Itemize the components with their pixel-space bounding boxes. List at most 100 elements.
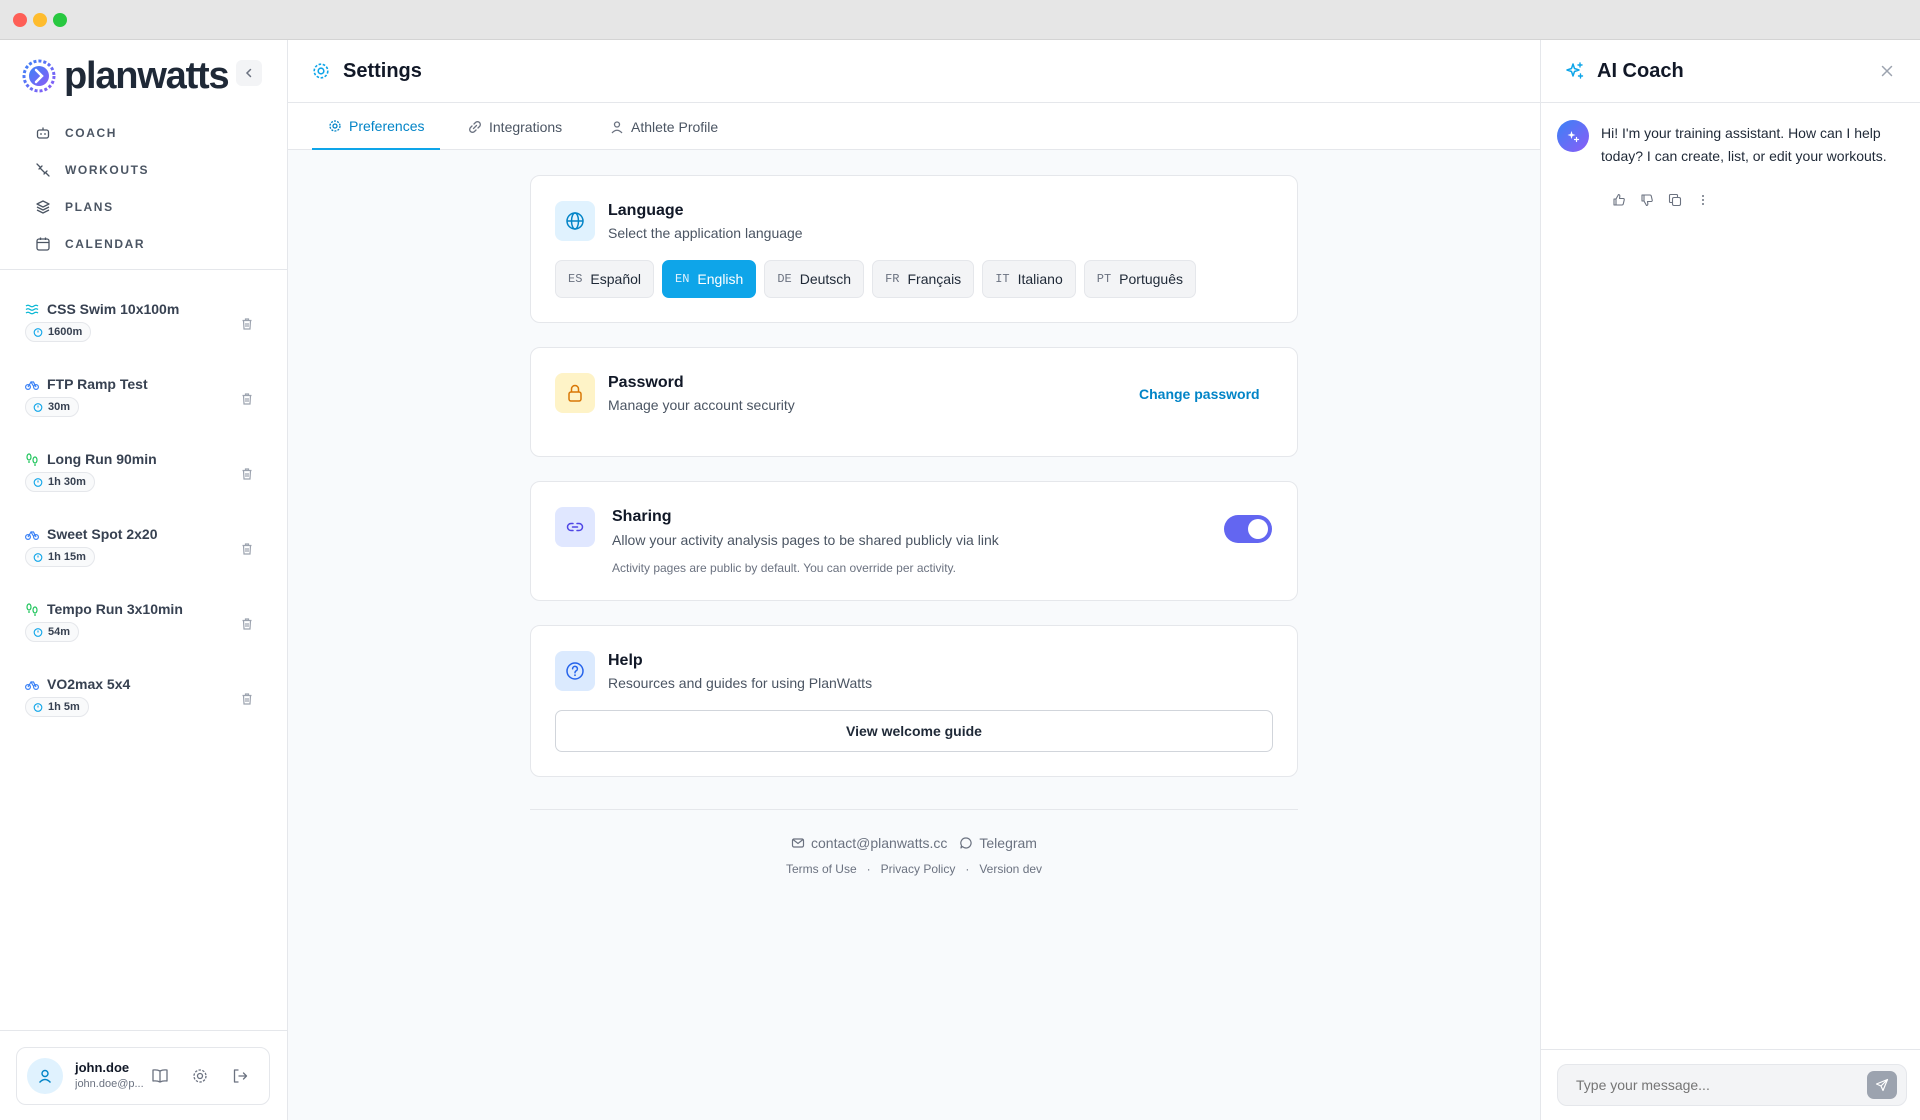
calendar-icon (36, 237, 50, 251)
sidebar: planwatts COACH WORKOUTS PLANS CALENDAR … (0, 40, 288, 1120)
language-label: Deutsch (799, 271, 852, 287)
help-card: Help Resources and guides for using Plan… (530, 625, 1298, 777)
logout-icon[interactable] (231, 1067, 249, 1085)
workout-name: Sweet Spot 2x20 (47, 526, 158, 542)
send-icon (1875, 1078, 1889, 1092)
close-icon[interactable] (1878, 62, 1896, 80)
mail-icon (791, 838, 805, 848)
window-close-button[interactable] (13, 13, 27, 27)
list-item[interactable]: Long Run 90min 1h 30m (0, 445, 288, 520)
telegram-link[interactable]: Telegram (959, 835, 1037, 851)
contact-email: contact@planwatts.cc (811, 835, 948, 851)
divider (0, 1030, 288, 1031)
sidebar-item-calendar[interactable]: CALENDAR (0, 225, 288, 262)
globe-icon-wrap (555, 201, 595, 241)
assistant-avatar (1557, 120, 1589, 152)
list-item[interactable]: CSS Swim 10x100m 1600m (0, 295, 288, 370)
timer-icon (33, 553, 43, 562)
gear-icon (313, 63, 329, 79)
tab-preferences[interactable]: Preferences (312, 103, 441, 150)
telegram-label: Telegram (979, 835, 1037, 851)
card-subtitle: Allow your activity analysis pages to be… (612, 532, 999, 548)
timer-icon (33, 403, 43, 412)
separator: · (965, 862, 970, 876)
password-card: Password Manage your account security Ch… (530, 347, 1298, 457)
sharing-toggle[interactable] (1224, 515, 1272, 543)
avatar[interactable] (27, 1058, 63, 1094)
language-option-pt[interactable]: PT Português (1083, 260, 1196, 298)
chat-message-input[interactable] (1557, 1064, 1907, 1106)
collapse-sidebar-button[interactable] (236, 60, 262, 86)
thumbs-down-button[interactable] (1633, 190, 1661, 210)
copy-icon (1668, 193, 1682, 207)
thumbs-up-button[interactable] (1605, 190, 1633, 210)
trash-icon[interactable] (240, 617, 254, 631)
workout-duration: 1h 5m (48, 701, 80, 713)
swim-icon (25, 304, 39, 315)
settings-tabs: Preferences Integrations Athlete Profile (288, 103, 1540, 150)
sidebar-item-workouts[interactable]: WORKOUTS (0, 151, 288, 188)
list-item[interactable]: Tempo Run 3x10min 54m (0, 595, 288, 670)
workout-name: Tempo Run 3x10min (47, 601, 183, 617)
gear-icon[interactable] (191, 1067, 209, 1085)
sharing-note: Activity pages are public by default. Yo… (612, 561, 956, 575)
book-icon[interactable] (151, 1067, 169, 1085)
window-minimize-button[interactable] (33, 13, 47, 27)
language-option-fr[interactable]: FR Français (872, 260, 975, 298)
card-subtitle: Resources and guides for using PlanWatts (608, 675, 873, 691)
main-content: Settings Preferences Integrations Athlet… (288, 40, 1540, 1120)
lock-icon (568, 384, 582, 402)
link-icon (566, 522, 584, 532)
trash-icon[interactable] (240, 317, 254, 331)
language-option-es[interactable]: ES Español (555, 260, 654, 298)
ai-header: AI Coach (1541, 40, 1920, 103)
contact-email-link[interactable]: contact@planwatts.cc (791, 835, 947, 851)
language-option-it[interactable]: IT Italiano (982, 260, 1076, 298)
card-title: Sharing (612, 508, 672, 525)
change-password-button[interactable]: Change password (1139, 386, 1260, 402)
trash-icon[interactable] (240, 542, 254, 556)
window-zoom-button[interactable] (53, 13, 67, 27)
link-icon-wrap (555, 507, 595, 547)
language-options: ES Español EN English DE Deutsch FR Français… (555, 260, 1204, 298)
workout-duration: 54m (48, 626, 71, 638)
timer-icon (33, 703, 43, 712)
card-title: Language (608, 202, 684, 219)
trash-icon[interactable] (240, 692, 254, 706)
list-item[interactable]: Sweet Spot 2x20 1h 15m (0, 520, 288, 595)
brand[interactable]: planwatts (22, 52, 230, 100)
duration-badge: 1h 5m (25, 697, 89, 717)
footprints-icon (26, 453, 38, 466)
language-option-en[interactable]: EN English (662, 260, 757, 298)
tab-athlete-profile[interactable]: Athlete Profile (610, 103, 718, 150)
page-header: Settings (288, 40, 1540, 103)
language-label: Português (1119, 271, 1183, 287)
terms-link[interactable]: Terms of Use (786, 862, 857, 876)
workout-duration: 1600m (48, 326, 83, 338)
tab-integrations[interactable]: Integrations (468, 103, 562, 150)
list-item[interactable]: VO2max 5x4 1h 5m (0, 670, 288, 745)
more-options-button[interactable] (1689, 190, 1717, 210)
sidebar-item-plans[interactable]: PLANS (0, 188, 288, 225)
sidebar-item-coach[interactable]: COACH (0, 114, 288, 151)
sparkles-icon (1566, 62, 1584, 79)
language-label: Español (590, 271, 641, 287)
trash-icon[interactable] (240, 392, 254, 406)
view-welcome-guide-button[interactable]: View welcome guide (555, 710, 1273, 752)
list-item[interactable]: FTP Ramp Test 30m (0, 370, 288, 445)
sidebar-item-label: CALENDAR (65, 236, 146, 251)
sidebar-item-label: PLANS (65, 199, 114, 214)
trash-icon[interactable] (240, 467, 254, 481)
user-icon (611, 120, 623, 133)
page-title: Settings (343, 59, 422, 82)
more-vertical-icon (1702, 195, 1704, 205)
send-button[interactable] (1867, 1071, 1897, 1099)
workout-list: CSS Swim 10x100m 1600m FTP Ramp Test 30m… (0, 295, 288, 745)
copy-button[interactable] (1661, 190, 1689, 210)
toggle-knob (1248, 519, 1268, 539)
language-label: Français (907, 271, 962, 287)
language-code: ES (568, 272, 583, 286)
language-option-de[interactable]: DE Deutsch (764, 260, 865, 298)
privacy-link[interactable]: Privacy Policy (881, 862, 956, 876)
bike-icon (25, 530, 39, 540)
